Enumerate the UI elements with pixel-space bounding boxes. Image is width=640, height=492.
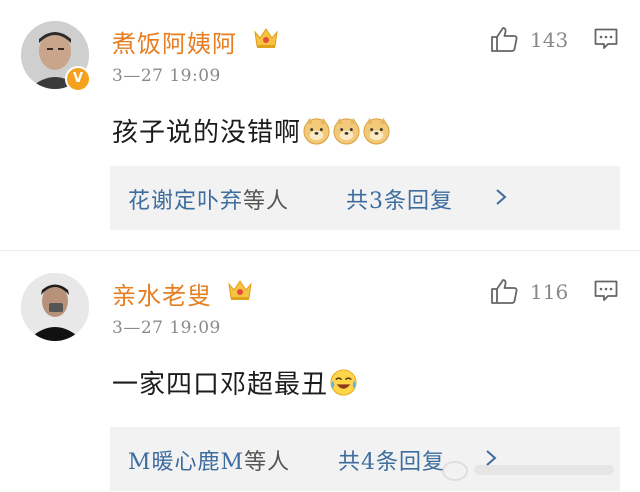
- reply-users-names[interactable]: 花谢定卟弃: [128, 189, 243, 214]
- verified-badge-icon: V: [65, 66, 91, 92]
- doge-emoji-icon: [303, 117, 330, 145]
- thumbs-up-icon[interactable]: [490, 26, 518, 52]
- comment-reply-icon[interactable]: [594, 280, 618, 302]
- reply-total-link[interactable]: 共3条回复: [346, 183, 453, 215]
- comment-reply-icon[interactable]: [594, 28, 618, 50]
- timestamp: 3—27 19:09: [112, 66, 221, 86]
- comment-divider: [0, 250, 640, 251]
- avatar[interactable]: [21, 273, 89, 341]
- comment-body: 一家四口邓超最丑: [112, 370, 329, 400]
- thumbs-up-icon[interactable]: [490, 278, 518, 304]
- comment-text: 一家四口邓超最丑: [112, 364, 358, 401]
- timestamp: 3—27 19:09: [112, 318, 221, 338]
- username[interactable]: 亲水老叟: [112, 276, 212, 311]
- reply-users-names[interactable]: M暖心鹿M: [128, 450, 244, 475]
- watermark-logo-icon: [442, 461, 614, 481]
- crown-vip-icon: [228, 280, 252, 300]
- username[interactable]: 煮饭阿姨阿: [112, 24, 237, 59]
- laugh-cry-emoji-icon: [330, 369, 357, 396]
- comment-item: V 煮饭阿姨阿 3—27 19:09 143 孩子说的没错啊 花谢定卟弃等人 共…: [0, 0, 640, 252]
- chevron-right-icon[interactable]: [495, 188, 507, 206]
- crown-vip-icon: [254, 28, 278, 48]
- like-count: 116: [530, 280, 569, 304]
- doge-emoji-icon: [363, 117, 390, 145]
- reply-users-link[interactable]: 花谢定卟弃等人: [128, 183, 289, 215]
- reply-total-link[interactable]: 共4条回复: [338, 444, 445, 476]
- comment-text: 孩子说的没错啊: [112, 112, 391, 149]
- comment-body: 孩子说的没错啊: [112, 118, 302, 148]
- replies-summary[interactable]: 花谢定卟弃等人 共3条回复: [110, 166, 620, 230]
- reply-users-suffix: 等人: [243, 189, 290, 214]
- reply-users-link[interactable]: M暖心鹿M等人: [128, 444, 290, 476]
- doge-emoji-icon: [333, 117, 360, 145]
- reply-users-suffix: 等人: [244, 450, 291, 475]
- like-count: 143: [530, 28, 569, 52]
